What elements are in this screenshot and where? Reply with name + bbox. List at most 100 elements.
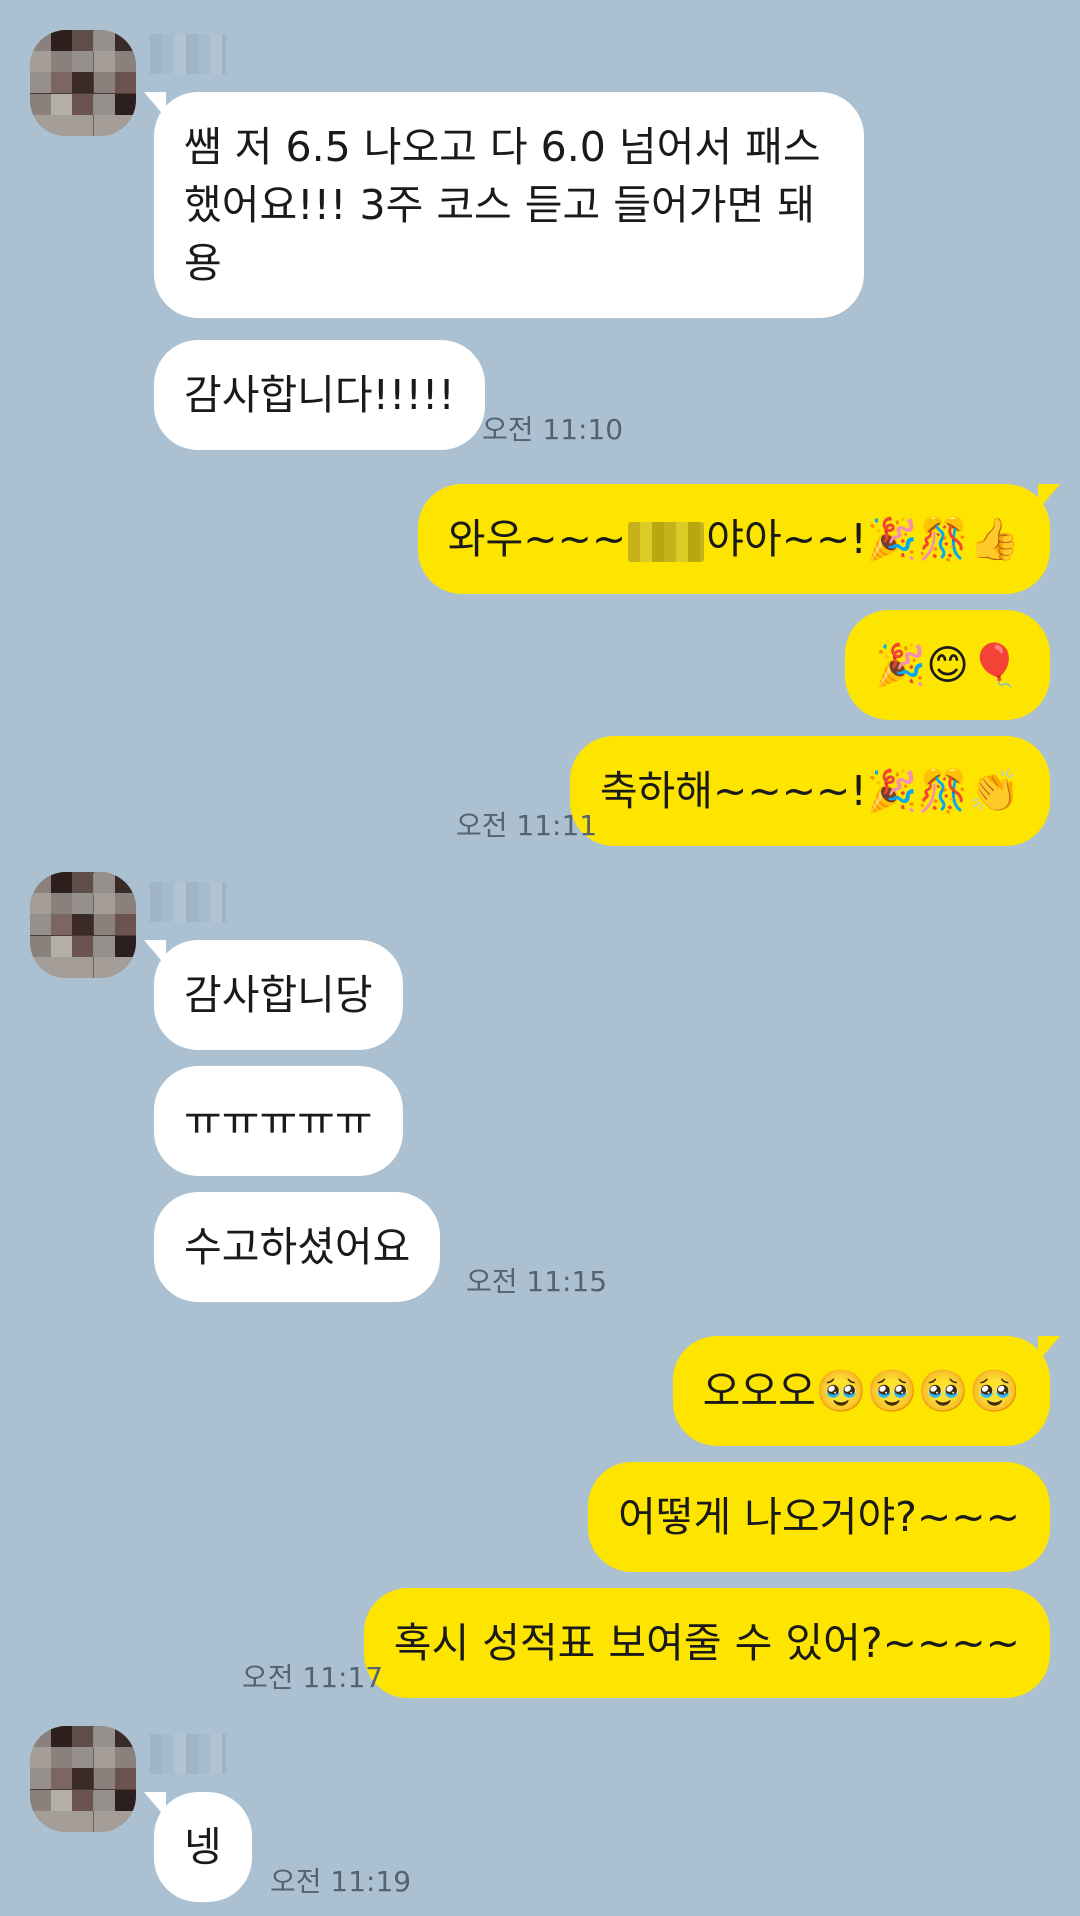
avatar-pixel [72,1747,94,1769]
contact-name-blurred [150,34,226,74]
avatar-pixel [51,914,73,936]
avatar-pixel [51,956,73,978]
incoming-message[interactable]: 감사합니당 [144,940,403,1050]
avatar-pixel [114,935,136,957]
outgoing-message[interactable]: 어떻게 나오거야?~~~ [588,1462,1050,1572]
avatar-pixel [51,51,73,73]
avatar-pixel [30,114,51,136]
avatar-pixel [114,51,136,73]
avatar-pixel [72,872,94,893]
contact-avatar[interactable] [30,30,136,136]
message-text: 와우~~~ [447,515,627,563]
avatar-pixel [30,72,51,94]
message-text: 감사합니다!!!!! [184,371,455,419]
message-text: ㅠㅠㅠㅠㅠ [184,1097,373,1145]
avatar-pixel [93,1810,115,1832]
outgoing-message[interactable]: 혹시 성적표 보여줄 수 있어?~~~~ [363,1588,1050,1698]
avatar-pixel [72,72,94,94]
contact-name-blurred [150,882,226,922]
avatar-pixel [30,872,51,893]
message-text: 쌤 저 6.5 나오고 다 6.0 넘어서 패스했어요!!! 3주 코스 듣고 … [184,123,821,287]
avatar-pixel [93,93,115,115]
outgoing-message[interactable]: 축하해~~~~!🎉🎊👏 [569,736,1050,846]
avatar-pixel [51,1810,73,1832]
message-timestamp: 오전 11:11 [456,809,598,842]
message-text: 넹 [184,1823,222,1871]
message-text: 어떻게 나오거야?~~~ [618,1493,1020,1541]
avatar-pixel [51,30,73,51]
avatar-pixel [114,1747,136,1769]
avatar-pixel [72,51,94,73]
incoming-message[interactable]: 쌤 저 6.5 나오고 다 6.0 넘어서 패스했어요!!! 3주 코스 듣고 … [144,92,864,318]
avatar-pixel [30,914,51,936]
outgoing-message[interactable]: 와우~~~ 야아~~!🎉🎊👍 [417,484,1061,594]
avatar-pixel [51,93,73,115]
incoming-message[interactable]: ㅠㅠㅠㅠㅠ [154,1066,403,1176]
avatar-pixel [93,114,115,136]
avatar-pixel [114,1789,136,1811]
avatar-pixel [114,72,136,94]
incoming-message[interactable]: 수고하셨어요 [154,1192,441,1302]
avatar-pixel [30,51,51,73]
avatar-pixel [114,872,136,893]
avatar-pixel [30,935,51,957]
avatar-pixel [114,1810,136,1832]
avatar-pixel [72,30,94,51]
avatar-pixel [51,1747,73,1769]
message-text: 🎉😊🎈 [875,641,1020,689]
avatar-pixel [93,914,115,936]
avatar-pixel [51,1768,73,1790]
avatar-pixel [93,1747,115,1769]
avatar-pixel [51,872,73,893]
message-timestamp: 오전 11:17 [242,1661,384,1694]
avatar-pixel [93,1768,115,1790]
avatar-pixel [93,51,115,73]
message-text: 감사합니당 [184,971,373,1019]
avatar-pixel [51,935,73,957]
avatar-pixel [114,956,136,978]
avatar-pixel [93,935,115,957]
avatar-pixel [72,114,94,136]
avatar-pixel [30,1789,51,1811]
avatar-pixel [114,893,136,915]
avatar-pixel [30,1810,51,1832]
incoming-message[interactable]: 넹 [144,1792,252,1902]
avatar-pixel [72,1726,94,1747]
outgoing-message[interactable]: 🎉😊🎈 [845,610,1050,720]
avatar-pixel [51,893,73,915]
avatar-pixel [51,72,73,94]
incoming-message[interactable]: 감사합니다!!!!! [154,340,485,450]
avatar-pixel [72,956,94,978]
avatar-pixel [114,1768,136,1790]
contact-avatar[interactable] [30,872,136,978]
avatar-pixel [51,1789,73,1811]
outgoing-message[interactable]: 오오오🥹🥹🥹🥹 [672,1336,1061,1446]
avatar-pixel [30,93,51,115]
avatar-pixel [51,114,73,136]
avatar-pixel [93,72,115,94]
avatar-pixel [114,914,136,936]
avatar-pixel [30,1747,51,1769]
avatar-pixel [72,1768,94,1790]
avatar-pixel [93,1726,115,1747]
avatar-pixel [93,1789,115,1811]
avatar-pixel [72,893,94,915]
avatar-pixel [30,893,51,915]
message-text: 오오오🥹🥹🥹🥹 [702,1367,1020,1415]
avatar-pixel [72,1789,94,1811]
avatar-pixel [93,872,115,893]
avatar-pixel [114,1726,136,1747]
avatar-pixel [72,93,94,115]
avatar-pixel [93,30,115,51]
message-text: 수고하셨어요 [184,1223,411,1271]
contact-name-blurred [150,1734,226,1774]
avatar-pixel [93,893,115,915]
avatar-pixel [72,1810,94,1832]
avatar-pixel [114,30,136,51]
message-text: 혹시 성적표 보여줄 수 있어?~~~~ [393,1619,1020,1667]
message-timestamp: 오전 11:19 [270,1865,412,1898]
avatar-pixel [30,30,51,51]
avatar-pixel [93,956,115,978]
message-timestamp: 오전 11:15 [466,1265,608,1298]
contact-avatar[interactable] [30,1726,136,1832]
